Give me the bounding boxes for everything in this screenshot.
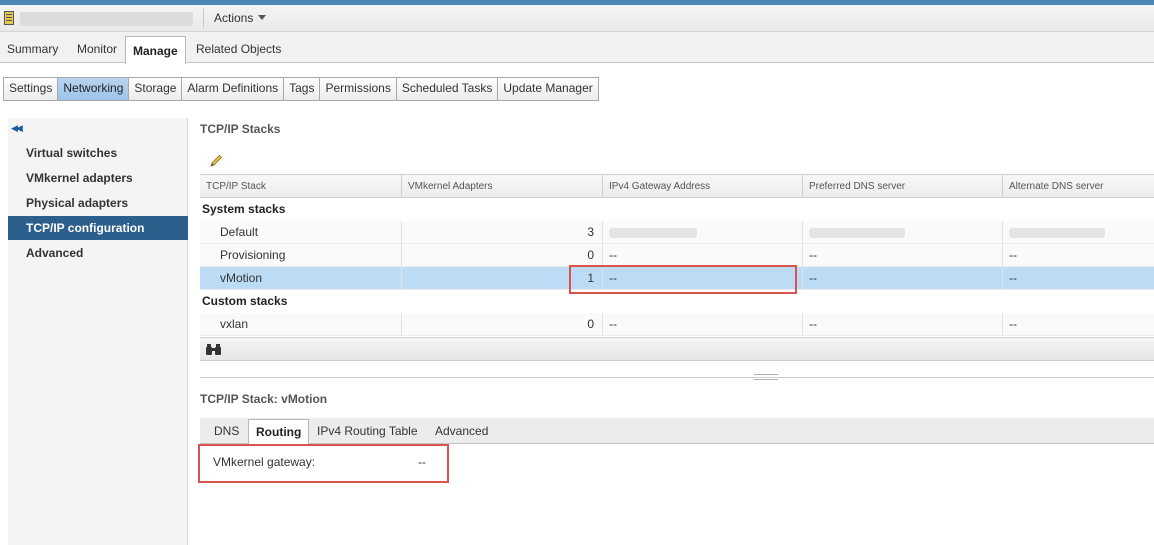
networking-nav-panel: ◀◀ Virtual switches VMkernel adapters Ph…	[8, 118, 188, 545]
object-name-redacted	[20, 12, 193, 26]
object-header: Actions	[0, 0, 1154, 32]
highlight-box-vmotion-gateway	[569, 265, 797, 294]
nav-item-virtual-switches[interactable]: Virtual switches	[8, 141, 188, 165]
dropdown-caret-icon	[258, 15, 267, 20]
cell-stack-name: vxlan	[220, 317, 249, 331]
col-header-alternate-dns[interactable]: Alternate DNS server	[1002, 175, 1154, 198]
collapse-icon[interactable]: ◀◀	[11, 123, 23, 134]
col-header-preferred-dns[interactable]: Preferred DNS server	[802, 175, 1002, 198]
table-row-default[interactable]: Default 3	[200, 221, 1154, 244]
actions-label: Actions	[214, 11, 254, 25]
header-divider	[203, 8, 204, 28]
detail-tab-advanced[interactable]: Advanced	[435, 424, 488, 438]
subtab-settings[interactable]: Settings	[4, 78, 59, 100]
panel-splitter	[200, 377, 1154, 378]
subtab-networking[interactable]: Networking	[58, 78, 130, 100]
subtab-tags[interactable]: Tags	[284, 78, 321, 100]
col-header-adapters[interactable]: VMkernel Adapters	[401, 175, 602, 198]
table-row-vxlan[interactable]: vxlan 0 -- -- --	[200, 313, 1154, 336]
col-header-stack[interactable]: TCP/IP Stack	[200, 175, 401, 198]
col-header-gateway[interactable]: IPv4 Gateway Address	[602, 175, 802, 198]
stack-detail-title: TCP/IP Stack: vMotion	[200, 392, 328, 406]
nav-item-vmkernel-adapters[interactable]: VMkernel adapters	[8, 166, 188, 190]
manage-subtab-bar: Settings Networking Storage Alarm Defini…	[3, 77, 599, 101]
cell-adapters: 0	[401, 244, 602, 267]
highlight-box-vmkernel-gateway	[198, 444, 449, 483]
actions-menu-button[interactable]: Actions	[214, 11, 267, 25]
tab-related-objects[interactable]: Related Objects	[196, 42, 281, 56]
subtab-permissions[interactable]: Permissions	[320, 78, 397, 100]
detail-tab-routing[interactable]: Routing	[248, 419, 310, 445]
detail-tab-bar: DNS Routing IPv4 Routing Table Advanced	[200, 418, 1154, 445]
detail-tab-dns[interactable]: DNS	[214, 424, 239, 438]
cell-alternate-dns-redacted	[1002, 221, 1154, 244]
cell-preferred-dns: --	[802, 313, 1002, 336]
cell-stack-name: vMotion	[220, 271, 263, 285]
cell-gateway: --	[602, 313, 802, 336]
subtab-storage[interactable]: Storage	[129, 78, 183, 100]
pencil-edit-icon[interactable]	[208, 153, 224, 169]
detail-tab-ipv4-routing-table[interactable]: IPv4 Routing Table	[317, 424, 418, 438]
cell-preferred-dns: --	[802, 244, 1002, 267]
cell-stack-name: Default	[220, 225, 259, 239]
tab-monitor[interactable]: Monitor	[77, 42, 117, 56]
tab-summary[interactable]: Summary	[7, 42, 58, 56]
subtab-update-manager[interactable]: Update Manager	[498, 78, 597, 100]
main-tab-bar: Summary Monitor Manage Related Objects	[0, 32, 1154, 64]
nav-item-tcpip-configuration[interactable]: TCP/IP configuration	[8, 216, 188, 240]
subtab-scheduled-tasks[interactable]: Scheduled Tasks	[397, 78, 499, 100]
group-row-system-stacks: System stacks	[200, 198, 1154, 221]
cell-alternate-dns: --	[1002, 244, 1154, 267]
header-accent-bar	[0, 0, 1154, 5]
cell-preferred-dns-redacted	[802, 221, 1002, 244]
cell-alternate-dns: --	[1002, 267, 1154, 290]
subtab-alarm-definitions[interactable]: Alarm Definitions	[182, 78, 285, 100]
cell-alternate-dns: --	[1002, 313, 1154, 336]
cell-preferred-dns: --	[802, 267, 1002, 290]
table-row-provisioning[interactable]: Provisioning 0 -- -- --	[200, 244, 1154, 267]
tab-manage[interactable]: Manage	[125, 36, 186, 64]
grid-footer-toolbar	[200, 337, 1154, 361]
host-icon	[4, 11, 14, 25]
cell-adapters: 3	[401, 221, 602, 244]
nav-item-advanced[interactable]: Advanced	[8, 241, 188, 265]
splitter-grip-handle[interactable]	[754, 374, 778, 380]
binoculars-filter-icon[interactable]	[205, 343, 222, 356]
tcpip-stacks-title: TCP/IP Stacks	[200, 122, 281, 136]
cell-adapters: 0	[401, 313, 602, 336]
cell-gateway-redacted	[602, 221, 802, 244]
cell-gateway: --	[602, 244, 802, 267]
grid-header-row: TCP/IP Stack VMkernel Adapters IPv4 Gate…	[200, 174, 1154, 198]
cell-stack-name: Provisioning	[220, 248, 286, 262]
nav-item-physical-adapters[interactable]: Physical adapters	[8, 191, 188, 215]
